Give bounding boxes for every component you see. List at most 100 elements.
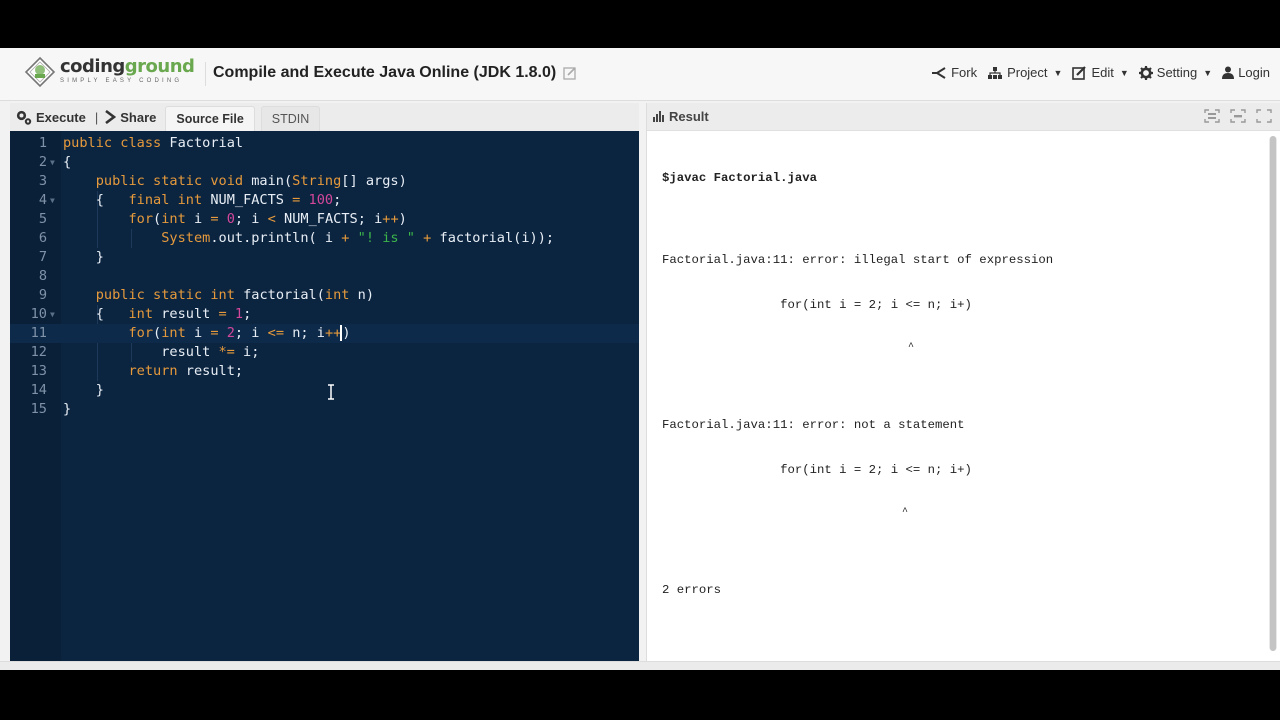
page-title: Compile and Execute Java Online (JDK 1.8… — [213, 64, 557, 81]
code-line[interactable]: 10 ▼ { int result = 1; — [10, 305, 639, 324]
nav-login[interactable]: Login — [1222, 65, 1270, 80]
token-op: = — [210, 325, 219, 341]
token-num: 2 — [226, 325, 235, 341]
code-line[interactable]: 14 } — [10, 381, 639, 400]
code-line[interactable]: 7 } — [10, 248, 639, 267]
code-line[interactable]: 12 result *= i; — [10, 343, 639, 362]
code-line[interactable]: 1 public class Factorial — [10, 134, 639, 153]
tab-stdin[interactable]: STDIN — [260, 106, 321, 131]
fold-arrow-icon[interactable]: ▼ — [50, 191, 55, 210]
token-op: = — [218, 306, 227, 322]
nav-fork[interactable]: Fork — [931, 65, 977, 80]
token-kw: public class — [63, 135, 170, 151]
token-kw: String — [292, 173, 342, 189]
code-text: result *= i; — [63, 343, 259, 362]
error-message: Factorial.java:11: error: illegal start … — [662, 253, 1054, 267]
line-number: 13 — [30, 363, 47, 379]
code-text: { final int NUM_FACTS = 100; — [63, 191, 342, 210]
error-pointer: ^ — [662, 507, 909, 518]
token-text: main( — [251, 173, 293, 189]
code-text: public class Factorial — [63, 134, 243, 153]
line-number: 3 — [38, 173, 47, 189]
token-text: } — [63, 249, 104, 265]
line-number: 12 — [30, 344, 47, 360]
coding-ground-logo[interactable]: codingground SIMPLY EASY CODING — [24, 56, 195, 88]
execute-button[interactable]: Execute — [10, 103, 89, 131]
token-text: n; i — [284, 325, 325, 341]
share-button[interactable]: Share — [104, 103, 159, 131]
token-kw: return — [128, 363, 186, 379]
logo-tagline: SIMPLY EASY CODING — [60, 78, 183, 84]
share-label: Share — [120, 109, 157, 125]
code-text: { int result = 1; — [63, 305, 252, 324]
output-scrollbar[interactable] — [1269, 136, 1277, 651]
token-op: ++ — [382, 211, 399, 227]
token-text: ; — [243, 306, 252, 322]
token-op: ++ — [324, 325, 342, 341]
token-op: *= — [218, 344, 235, 360]
error-source: for(int i = 2; i <= n; i+) — [662, 463, 972, 477]
code-line[interactable]: 5 for(int i = 0; i < NUM_FACTS; i++) — [10, 210, 639, 229]
code-text: { — [63, 153, 71, 172]
tab-source-file-label: Source File — [176, 112, 244, 126]
maximize-pane-icon[interactable] — [1256, 109, 1276, 126]
line-number: 15 — [30, 401, 47, 417]
bottom-bar — [0, 661, 1280, 670]
edit-title-icon[interactable] — [563, 66, 577, 80]
chevron-down-icon: ▼ — [1119, 67, 1129, 78]
code-line[interactable]: 11 for(int i = 2; i <= n; i++) — [10, 324, 639, 343]
app-window: codingground SIMPLY EASY CODING Compile … — [0, 48, 1280, 670]
token-text: ; — [333, 192, 342, 208]
tab-stdin-label: STDIN — [271, 112, 310, 126]
token-text: } — [63, 382, 104, 398]
logo-name-part2: ground — [124, 56, 195, 77]
fold-arrow-icon[interactable]: ▼ — [50, 153, 55, 172]
fold-arrow-icon[interactable]: ▼ — [50, 305, 55, 324]
minimize-pane-icon[interactable] — [1230, 109, 1250, 126]
code-line[interactable]: 9 public static int factorial(int n) — [10, 286, 639, 305]
nav-edit[interactable]: Edit ▼ — [1072, 65, 1129, 80]
gears-icon — [16, 110, 32, 125]
code-line[interactable]: 8 — [10, 267, 639, 286]
nav-setting[interactable]: Setting ▼ — [1138, 65, 1212, 80]
nav-fork-label: Fork — [951, 65, 978, 80]
top-header: codingground SIMPLY EASY CODING Compile … — [0, 48, 1280, 101]
sitemap-icon — [988, 66, 1003, 79]
code-line[interactable]: 4 ▼ { final int NUM_FACTS = 100; — [10, 191, 639, 210]
token-num: 0 — [226, 211, 235, 227]
token-text: ; i — [234, 325, 268, 341]
token-num: 100 — [308, 192, 334, 208]
output-scrollbar-thumb[interactable] — [1270, 136, 1276, 651]
line-number: 11 — [30, 325, 47, 341]
token-op: = — [210, 211, 219, 227]
code-line[interactable]: 2 ▼ { — [10, 153, 639, 172]
logo-mark-icon — [24, 56, 56, 88]
code-text: } — [63, 381, 104, 400]
code-line[interactable]: 3 public static void main(String[] args) — [10, 172, 639, 191]
token-text: ( — [153, 211, 162, 227]
token-kw: int — [161, 325, 194, 341]
code-line[interactable]: 15} — [10, 400, 639, 419]
code-text: for(int i = 0; i < NUM_FACTS; i++) — [63, 210, 406, 229]
share-icon — [105, 110, 117, 124]
toolbar-separator: | — [94, 109, 99, 125]
token-op: <= — [267, 325, 285, 341]
tab-source-file[interactable]: Source File — [165, 106, 255, 131]
code-editor[interactable]: 1 public class Factorial 2 ▼ {3 public stati… — [10, 131, 639, 661]
code-line[interactable]: 13 return result; — [10, 362, 639, 381]
token-text: Factorial — [169, 135, 244, 151]
token-kw: int — [324, 287, 358, 303]
split-horizontal-icon[interactable] — [1204, 109, 1224, 126]
chevron-down-icon: ▼ — [1053, 67, 1063, 78]
line-number: 5 — [38, 211, 47, 227]
token-text: factorial(i)); — [431, 230, 555, 246]
token-text: .out.println( i — [210, 230, 342, 246]
nav-project[interactable]: Project ▼ — [987, 65, 1062, 80]
code-line[interactable]: 6 System.out.println( i + "! is " + fact… — [10, 229, 639, 248]
